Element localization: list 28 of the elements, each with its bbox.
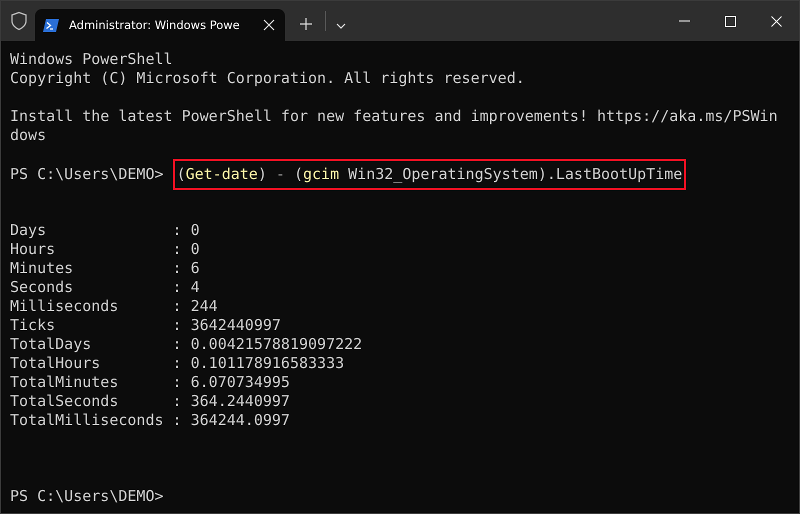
highlighted-command: (Get-date) - (gcim Win32_OperatingSystem).LastBootUpTime	[172, 159, 686, 190]
output-line: Milliseconds : 244	[10, 297, 218, 315]
new-tab-icon[interactable]	[299, 17, 313, 31]
output-line: Hours : 0	[10, 240, 200, 258]
dropdown-caret-icon[interactable]	[336, 23, 346, 29]
output-line: Install the latest PowerShell for new features and improvements! https://aka.ms/PSWin	[10, 107, 778, 125]
maximize-icon	[724, 16, 736, 26]
close-tab-icon[interactable]	[263, 19, 275, 31]
minimize-icon	[678, 20, 690, 22]
output-line: Windows PowerShell	[10, 50, 173, 68]
output-line: TotalMinutes : 6.070734995	[10, 373, 290, 391]
output-line: TotalHours : 0.101178916583333	[10, 354, 344, 372]
output-line: Days : 0	[10, 221, 200, 239]
output-line: TotalMilliseconds : 364244.0997	[10, 411, 290, 429]
prompt: PS C:\Users\DEMO>	[10, 165, 164, 183]
output-line: Ticks : 3642440997	[10, 316, 281, 334]
prompt: PS C:\Users\DEMO>	[10, 487, 164, 505]
output-line: TotalSeconds : 364.2440997	[10, 392, 290, 410]
tab-title: Administrator: Windows Powe	[69, 18, 241, 32]
output-line: Minutes : 6	[10, 259, 200, 277]
powershell-icon	[43, 18, 59, 32]
output-line: TotalDays : 0.00421578819097222	[10, 335, 362, 353]
close-icon	[770, 16, 782, 26]
terminal-tab[interactable]: Administrator: Windows Powe	[35, 9, 285, 41]
output-line: dows	[10, 126, 46, 144]
shield-icon	[10, 11, 28, 31]
output-line: Seconds : 4	[10, 278, 200, 296]
output-line: Copyright (C) Microsoft Corporation. All rights reserved.	[10, 69, 525, 87]
